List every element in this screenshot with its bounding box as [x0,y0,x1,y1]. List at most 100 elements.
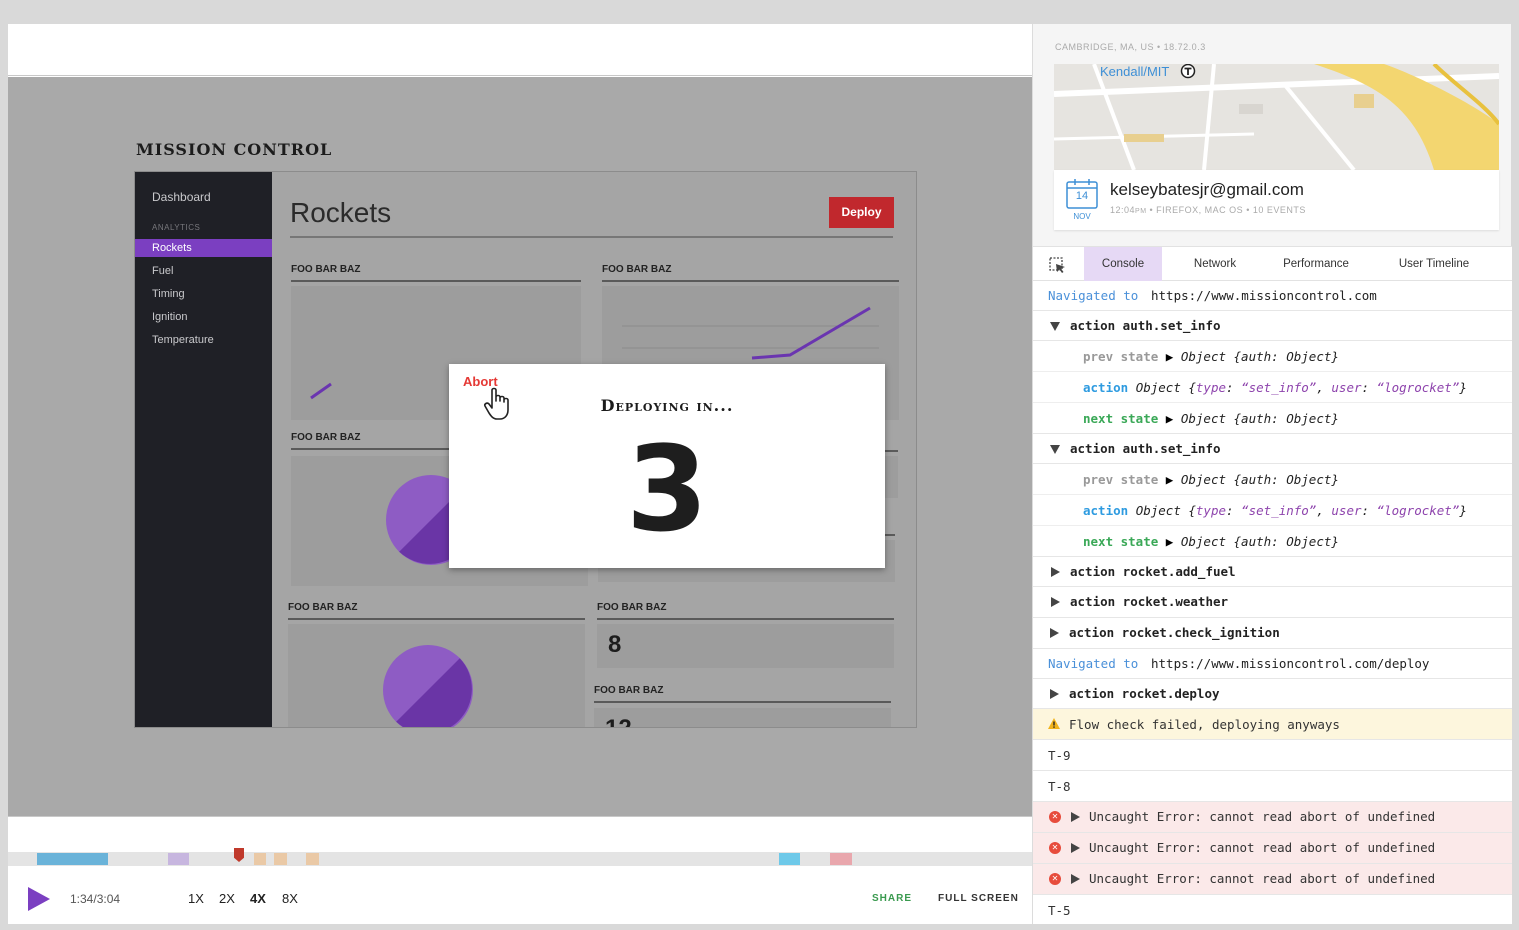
speed-8x-button[interactable]: 8X [282,891,298,906]
calendar-day: 14 [1075,190,1089,202]
tab-console[interactable]: Console [1084,247,1162,281]
card-divider [602,280,899,282]
timeline-track[interactable] [8,848,1032,866]
log-row-navigation[interactable]: Navigated to https://www.missioncontrol.… [1033,649,1512,679]
log-row-message[interactable]: T-8 [1033,771,1512,802]
next-state-label: next state [1083,534,1159,549]
log-row-error[interactable]: ✕ Uncaught Error: cannot read abort of u… [1033,833,1512,864]
expand-arrow-icon[interactable] [1050,628,1059,638]
sidebar-item-fuel[interactable]: Fuel [135,262,272,280]
timeline-event-segment[interactable] [274,853,287,865]
sidebar-item-ignition[interactable]: Ignition [135,308,272,326]
log-row-action[interactable]: action rocket.deploy [1033,679,1512,709]
log-row-action[interactable]: action auth.set_info [1033,311,1512,341]
timeline-event-segment[interactable] [779,853,800,865]
card-label: FOO BAR BAZ [602,264,672,275]
timeline-event-segment[interactable] [254,853,266,865]
share-button[interactable]: SHARE [872,893,912,904]
playback-controls: 1:34/3:04 1X 2X 4X 8X SHARE FULL SCREEN [8,866,1032,924]
sidebar-item-rockets[interactable]: Rockets [135,239,272,257]
expand-arrow-icon[interactable] [1050,689,1059,699]
timeline-event-segment[interactable] [306,853,319,865]
collapse-arrow-icon[interactable] [1050,322,1060,331]
log-row-action-payload[interactable]: action Object {type: “set_info”, user: “… [1033,495,1512,526]
expand-arrow-icon[interactable] [1071,843,1080,853]
action-name: action rocket.check_ignition [1069,625,1280,640]
log-row-next-state[interactable]: next state ▶ Object {auth: Object} [1033,403,1512,434]
deploy-button[interactable]: Deploy [829,197,894,228]
devtools-tabs: Console Network Performance User Timelin… [1033,246,1512,281]
inspect-element-icon[interactable] [1049,257,1067,275]
timeline-event-segment[interactable] [830,853,852,865]
object-type: Object [1180,349,1226,364]
action-payload-line: action Object {type: “set_info”, user: “… [1083,503,1467,518]
log-row-prev-state[interactable]: prev state ▶ Object {auth: Object} [1033,341,1512,372]
expand-arrow-icon[interactable] [1071,812,1080,822]
playhead-marker[interactable] [234,848,244,862]
object-type: Object [1180,411,1226,426]
log-row-action-payload[interactable]: action Object {type: “set_info”, user: “… [1033,372,1512,403]
object-preview: {auth: Object} [1233,534,1339,549]
speed-2x-button[interactable]: 2X [219,891,235,906]
error-icon: ✕ [1049,842,1061,854]
prev-state-label: prev state [1083,472,1159,487]
error-message: Uncaught Error: cannot read abort of und… [1089,809,1436,824]
transit-icon [1180,64,1196,79]
log-row-warning[interactable]: Flow check failed, deploying anyways [1033,709,1512,740]
map-location-label: Kendall/MIT [1100,64,1170,79]
sidebar-item-timing[interactable]: Timing [135,285,272,303]
location-map[interactable]: Kendall/MIT [1054,64,1499,170]
session-replay-stage[interactable]: MISSION CONTROL Dashboard ANALYTICS Rock… [8,77,1032,816]
session-location-ip: CAMBRIDGE, MA, US • 18.72.0.3 [1055,42,1206,52]
sidebar-item-temperature[interactable]: Temperature [135,331,272,349]
log-row-prev-state[interactable]: prev state ▶ Object {auth: Object} [1033,464,1512,495]
log-row-action[interactable]: action rocket.check_ignition [1033,618,1512,649]
speed-1x-button[interactable]: 1X [188,891,204,906]
card-label: FOO BAR BAZ [291,264,361,275]
log-row-error[interactable]: ✕ Uncaught Error: cannot read abort of u… [1033,864,1512,895]
session-ampm: PM [1135,208,1147,215]
console-log: Navigated to https://www.missioncontrol.… [1033,281,1512,924]
warning-message: Flow check failed, deploying anyways [1069,717,1340,732]
log-row-message[interactable]: T-9 [1033,740,1512,771]
expand-arrow-icon[interactable] [1051,567,1060,577]
fullscreen-button[interactable]: FULL SCREEN [938,893,1019,904]
tab-performance[interactable]: Performance [1269,247,1363,281]
type-key: type [1195,380,1227,395]
timeline-event-segment[interactable] [168,853,189,865]
user-card[interactable]: 14 NOV kelseybatesjr@gmail.com 12:04PM •… [1054,170,1499,230]
user-value: “logrocket” [1376,503,1460,518]
log-row-message[interactable]: T-5 [1033,895,1512,924]
user-email: kelseybatesjr@gmail.com [1110,180,1304,199]
tab-user-timeline[interactable]: User Timeline [1385,247,1483,281]
action-name: action rocket.weather [1070,594,1229,609]
action-label: action [1083,380,1129,395]
log-row-next-state[interactable]: next state ▶ Object {auth: Object} [1033,526,1512,557]
log-row-navigation[interactable]: Navigated to https://www.missioncontrol.… [1033,281,1512,311]
card-label: FOO BAR BAZ [594,685,664,696]
sidebar-dashboard[interactable]: Dashboard [152,190,211,204]
play-icon[interactable] [26,885,52,913]
log-row-action[interactable]: action rocket.weather [1033,587,1512,618]
series-line [751,306,871,360]
error-message: Uncaught Error: cannot read abort of und… [1089,840,1436,855]
app-window: MISSION CONTROL Dashboard ANALYTICS Rock… [8,24,1512,924]
object-type: Object [1135,380,1181,395]
tab-network[interactable]: Network [1173,247,1257,281]
session-browser-events: • FIREFOX, MAC OS • 10 EVENTS [1146,205,1306,215]
expand-arrow-icon[interactable] [1071,874,1080,884]
timeline-event-segment[interactable] [37,853,108,865]
expand-arrow-icon[interactable] [1051,597,1060,607]
log-row-action[interactable]: action auth.set_info [1033,434,1512,464]
speed-4x-button[interactable]: 4X [250,891,266,906]
card-divider [597,618,894,620]
navigated-url: https://www.missioncontrol.com/deploy [1151,656,1430,671]
object-preview: {auth: Object} [1233,411,1339,426]
pie-chart [383,645,473,727]
log-row-action[interactable]: action rocket.add_fuel [1033,557,1512,587]
pie-chart-card [288,624,585,727]
object-preview: {auth: Object} [1233,349,1339,364]
warning-icon [1048,718,1060,729]
log-row-error[interactable]: ✕ Uncaught Error: cannot read abort of u… [1033,802,1512,833]
collapse-arrow-icon[interactable] [1050,445,1060,454]
